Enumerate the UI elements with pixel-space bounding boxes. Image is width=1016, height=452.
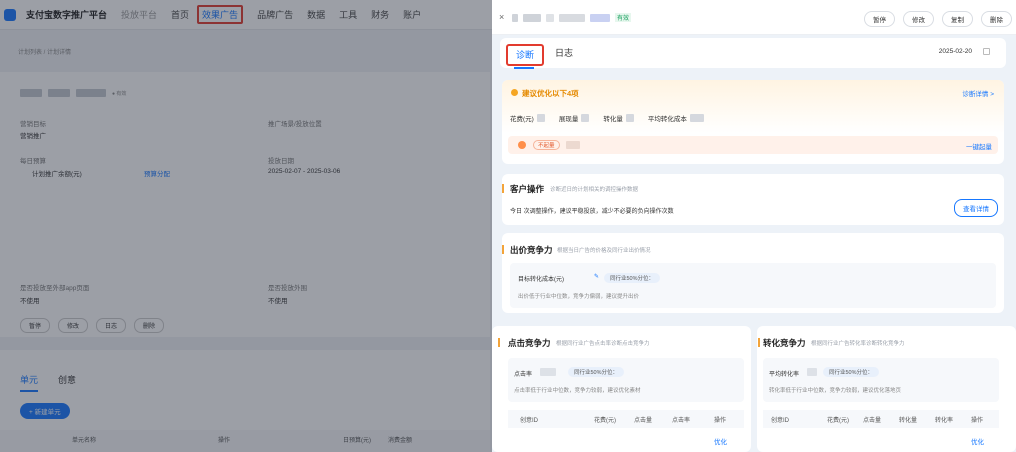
drawer-title: 有效 bbox=[512, 13, 632, 22]
diagnosis-drawer: × 有效 暂停 修改 复制 删除 诊断 日志 2025-02-20 建议优化以下… bbox=[492, 0, 1016, 452]
bid-industry-pill: 同行业50%分位： bbox=[604, 273, 661, 283]
col-spend: 花费(元) bbox=[594, 418, 616, 424]
plan-name-redacted bbox=[512, 13, 518, 22]
plan-id-redacted-2 bbox=[590, 13, 610, 22]
click-rate-redacted bbox=[540, 368, 556, 376]
metric-avg-cost: 平均转化成本 bbox=[648, 113, 704, 123]
plan-name-redacted-3 bbox=[546, 13, 554, 22]
conversion-rate-label: 平均转化率 bbox=[769, 372, 800, 378]
diagnosis-detail-link[interactable]: 诊断详情 > bbox=[962, 88, 994, 98]
optimize-link[interactable]: 优化 bbox=[714, 436, 727, 446]
issue-value-redacted bbox=[566, 141, 580, 149]
diagnosis-date[interactable]: 2025-02-20 bbox=[939, 48, 972, 55]
col-clicks: 点击量 bbox=[863, 418, 882, 424]
section-marker bbox=[758, 338, 760, 347]
col-conversion-rate: 转化率 bbox=[935, 418, 954, 424]
delete-button[interactable]: 删除 bbox=[981, 11, 1012, 27]
conversion-industry-median: 同行业50%分位： bbox=[823, 367, 880, 377]
click-competitiveness-card: 点击竞争力 根据同行业广告点击率诊断点击竞争力 点击率 同行业50%分位： 点击… bbox=[492, 326, 751, 452]
optimize-link[interactable]: 优化 bbox=[971, 436, 984, 446]
value-redacted bbox=[689, 114, 704, 122]
suggestion-card: 建议优化以下4项 诊断详情 > 花费(元) 展现量 转化量 平均转化成本 不起量… bbox=[502, 80, 1004, 164]
col-spend: 花费(元) bbox=[827, 418, 849, 424]
col-ctr: 点击率 bbox=[672, 418, 691, 424]
section-marker bbox=[498, 338, 500, 347]
close-icon[interactable]: × bbox=[499, 12, 504, 22]
conversion-hint: 转化率低于行业中位数，竞争力较弱，建议优化落地页 bbox=[769, 388, 902, 394]
conversion-competitiveness-card: 转化竞争力 根据同行业广告转化率诊断转化竞争力 平均转化率 同行业50%分位： … bbox=[757, 326, 1016, 452]
drawer-mask[interactable] bbox=[0, 0, 492, 452]
value-redacted bbox=[536, 114, 545, 122]
col-clicks: 点击量 bbox=[634, 418, 653, 424]
metric-conversions-label: 转化量 bbox=[603, 116, 623, 123]
bid-detail-box: 目标转化成本(元) ✎ 同行业50%分位： 出价低于行业中位数，竞争力偏弱，建议… bbox=[510, 263, 996, 308]
drawer-header: × 有效 暂停 修改 复制 删除 bbox=[492, 0, 1016, 35]
col-action: 操作 bbox=[714, 418, 727, 424]
edit-button[interactable]: 修改 bbox=[903, 11, 934, 27]
metric-avg-cost-label: 平均转化成本 bbox=[647, 116, 687, 123]
tab-log[interactable]: 日志 bbox=[555, 46, 573, 59]
metric-conversions: 转化量 bbox=[603, 113, 634, 123]
drawer-actions: 暂停 修改 复制 删除 bbox=[864, 11, 1012, 27]
click-industry-pill: 同行业50%分位： bbox=[568, 367, 625, 377]
plan-id-redacted bbox=[559, 13, 585, 22]
suggestion-metrics: 花费(元) 展现量 转化量 平均转化成本 bbox=[510, 113, 704, 123]
col-action: 操作 bbox=[971, 418, 984, 424]
click-industry-median: 同行业50%分位： bbox=[568, 367, 625, 377]
metric-impressions-label: 展现量 bbox=[558, 116, 579, 123]
pause-button[interactable]: 暂停 bbox=[864, 11, 895, 27]
value-redacted bbox=[581, 114, 590, 122]
issue-icon bbox=[518, 141, 526, 149]
conversion-title: 转化竞争力 bbox=[763, 338, 806, 348]
issue-row: 不起量 一键起量 bbox=[508, 136, 998, 154]
boost-button[interactable]: 一键起量 bbox=[966, 141, 992, 151]
col-creative-id: 创意ID bbox=[771, 418, 790, 424]
section-marker bbox=[502, 245, 504, 254]
bid-competitiveness-card: 出价竞争力 根据当日广告的价格及同行业出价情况 目标转化成本(元) ✎ 同行业5… bbox=[502, 233, 1004, 313]
col-creative-id: 创意ID bbox=[520, 418, 539, 424]
col-conversions: 转化量 bbox=[899, 418, 918, 424]
conversion-subtitle: 根据同行业广告转化率诊断转化竞争力 bbox=[811, 341, 905, 347]
copy-button[interactable]: 复制 bbox=[942, 11, 973, 27]
view-detail-button[interactable]: 查看详情 bbox=[954, 199, 998, 217]
plan-name-redacted-2 bbox=[523, 13, 541, 22]
click-subtitle: 根据同行业广告点击率诊断点击竞争力 bbox=[556, 341, 650, 347]
warning-dot-icon bbox=[511, 89, 518, 96]
click-title: 点击竞争力 bbox=[508, 338, 551, 348]
conversion-table-header: 创意ID 花费(元) 点击量 转化量 转化率 操作 bbox=[763, 410, 999, 428]
bid-industry-median: 同行业50%分位： bbox=[604, 273, 661, 283]
target-cost-label: 目标转化成本(元) bbox=[518, 277, 564, 283]
edit-icon[interactable]: ✎ bbox=[594, 273, 599, 280]
issue-tag: 不起量 bbox=[533, 140, 560, 150]
drawer-tabs: 诊断 日志 2025-02-20 bbox=[500, 38, 1006, 69]
suggestion-title: 建议优化以下4项 bbox=[522, 89, 579, 98]
customer-ops-subtitle: 诊断近日的计划相关的调控操作数据 bbox=[550, 187, 639, 193]
calendar-icon[interactable] bbox=[983, 48, 990, 55]
click-table-header: 创意ID 花费(元) 点击量 点击率 操作 bbox=[508, 410, 744, 428]
click-detail-box: 点击率 同行业50%分位： 点击率低于行业中位数，竞争力较弱，建议优化素材 bbox=[508, 358, 744, 402]
customer-ops-title: 客户操作 bbox=[510, 184, 545, 194]
metric-spend: 花费(元) bbox=[510, 113, 545, 123]
active-tab-indicator bbox=[514, 67, 534, 69]
customer-ops-card: 客户操作 诊断近日的计划相关的调控操作数据 今日 次调整操作，建议平稳投放，减少… bbox=[502, 174, 1004, 225]
bid-subtitle: 根据当日广告的价格及同行业出价情况 bbox=[557, 248, 651, 254]
metric-impressions: 展现量 bbox=[559, 113, 590, 123]
conversion-rate-redacted bbox=[807, 368, 817, 376]
click-hint: 点击率低于行业中位数，竞争力较弱，建议优化素材 bbox=[514, 388, 641, 394]
metric-spend-label: 花费(元) bbox=[510, 116, 534, 123]
click-rate-label: 点击率 bbox=[514, 372, 533, 378]
bid-hint: 出价低于行业中位数，竞争力偏弱，建议提升出价 bbox=[518, 294, 640, 300]
customer-ops-body: 今日 次调整操作，建议平稳投放，减少不必要的负向操作次数 bbox=[510, 209, 674, 215]
conversion-detail-box: 平均转化率 同行业50%分位： 转化率低于行业中位数，竞争力较弱，建议优化落地页 bbox=[763, 358, 999, 402]
section-marker bbox=[502, 184, 504, 193]
value-redacted bbox=[625, 114, 634, 122]
conversion-industry-pill: 同行业50%分位： bbox=[823, 367, 880, 377]
status-badge: 有效 bbox=[615, 13, 632, 22]
tab-diagnose[interactable]: 诊断 bbox=[506, 44, 545, 66]
bid-title: 出价竞争力 bbox=[510, 245, 553, 255]
